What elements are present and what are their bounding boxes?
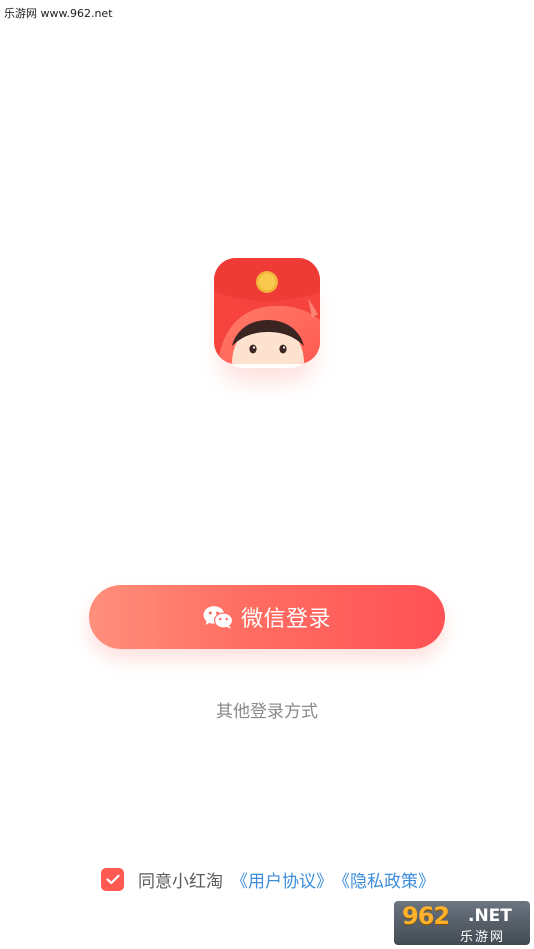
watermark-site-text: 乐游网 www.962.net xyxy=(4,7,113,20)
other-login-methods-link[interactable]: 其他登录方式 xyxy=(0,697,534,722)
watermark-badge: 962 .NET 乐游网 xyxy=(394,901,530,945)
wechat-login-label: 微信登录 xyxy=(240,607,331,632)
agreement-text: 同意小红淘 xyxy=(138,871,223,892)
watermark-badge-net: .NET xyxy=(468,906,512,926)
user-agreement-link[interactable]: 《用户协议》 xyxy=(231,867,333,892)
checkmark-icon xyxy=(105,874,120,884)
privacy-policy-link[interactable]: 《隐私政策》 xyxy=(333,867,435,892)
agreement-row: 同意小红淘 《用户协议》 《隐私政策》 xyxy=(101,866,435,892)
agreement-checkbox[interactable] xyxy=(101,867,124,891)
wechat-icon xyxy=(203,606,233,629)
red-envelope-girl-logo-icon xyxy=(214,258,320,364)
wechat-login-button[interactable]: 微信登录 xyxy=(89,585,445,649)
watermark-badge-number: 962 xyxy=(402,902,450,930)
app-logo xyxy=(214,258,320,364)
watermark-badge-site: 乐游网 xyxy=(460,930,506,945)
